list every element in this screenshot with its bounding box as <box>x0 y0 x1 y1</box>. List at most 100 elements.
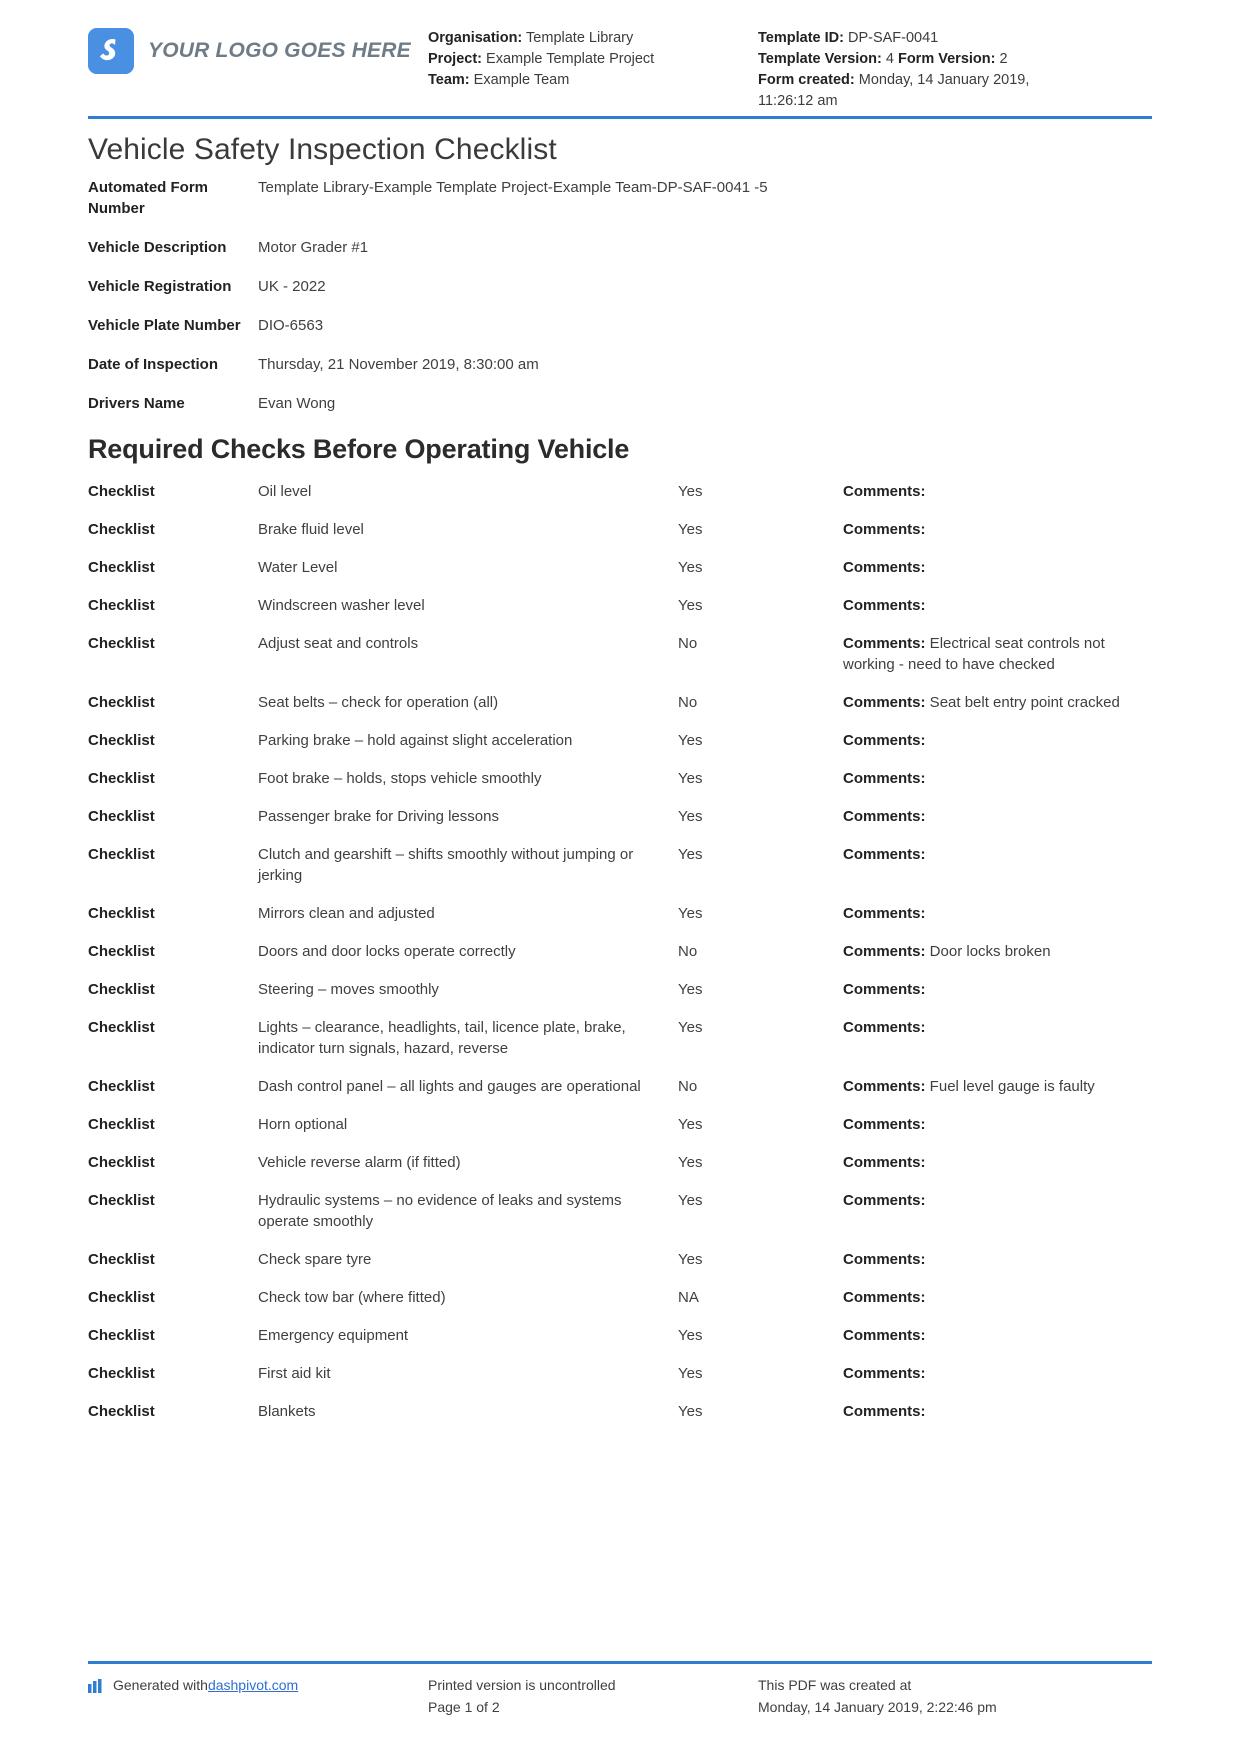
logo-block: YOUR LOGO GOES HERE <box>88 22 428 74</box>
checklist-row-item: Foot brake – holds, stops vehicle smooth… <box>258 770 542 787</box>
meta-template-version-value: 4 <box>885 51 894 67</box>
checklist-row-answer: Yes <box>678 1116 703 1133</box>
checklist-row-answer: No <box>678 635 698 652</box>
checklist-row-answer: Yes <box>678 1192 703 1209</box>
meta-versions: Template Version: 4 Form Version: 2 <box>758 49 1058 70</box>
comments-label: Comments: <box>843 1289 926 1306</box>
checklist-row-comments: Comments: <box>843 1152 1152 1173</box>
comments-label: Comments: <box>843 1327 926 1344</box>
field-vehicle-plate-number: Vehicle Plate Number DIO-6563 <box>88 315 1152 336</box>
checklist-row-comments: Comments: <box>843 844 1152 865</box>
checklist-row-comments: Comments: Seat belt entry point cracked <box>843 692 1152 713</box>
checklist-row-item: Dash control panel – all lights and gaug… <box>258 1078 641 1095</box>
field-vehicle-description: Vehicle Description Motor Grader #1 <box>88 237 1152 258</box>
checklist-row-item: Mirrors clean and adjusted <box>258 905 435 922</box>
header-meta-left: Organisation: Template Library Project: … <box>428 22 758 91</box>
comments-label: Comments: <box>843 694 926 711</box>
comments-value: Door locks broken <box>925 943 1051 960</box>
document-page: YOUR LOGO GOES HERE Organisation: Templa… <box>0 0 1240 1754</box>
field-label: Vehicle Plate Number <box>88 317 241 334</box>
checklist-row-type: Checklist <box>88 597 155 614</box>
checklist-row: Checklist Mirrors clean and adjusted Yes Co… <box>88 903 1152 924</box>
field-value: Motor Grader #1 <box>258 239 369 256</box>
checklist-row-type: Checklist <box>88 1078 155 1095</box>
comments-label: Comments: <box>843 635 926 652</box>
checklist-row-answer: Yes <box>678 1403 703 1420</box>
footer-uncontrolled-text: Printed version is uncontrolled <box>428 1677 616 1693</box>
checklist-row: Checklist Brake fluid level Yes Comments: <box>88 519 1152 540</box>
checklist-row: Checklist Check spare tyre Yes Comments: <box>88 1249 1152 1270</box>
comments-value: Seat belt entry point cracked <box>925 694 1120 711</box>
checklist-row: Checklist Horn optional Yes Comments: <box>88 1114 1152 1135</box>
field-date-of-inspection: Date of Inspection Thursday, 21 November… <box>88 354 1152 375</box>
checklist-row-type: Checklist <box>88 559 155 576</box>
checklist-row: Checklist Oil level Yes Comments: <box>88 481 1152 502</box>
checklist-row-answer: Yes <box>678 1327 703 1344</box>
checklist-row-comments: Comments: Fuel level gauge is faulty <box>843 1076 1152 1097</box>
checklist-row-item: Emergency equipment <box>258 1327 409 1344</box>
checklist-row-type: Checklist <box>88 846 155 863</box>
checklist-row: Checklist Windscreen washer level Yes Comme… <box>88 595 1152 616</box>
checklist-row-item: First aid kit <box>258 1365 331 1382</box>
field-value: Template Library-Example Template Projec… <box>258 179 768 196</box>
checklist-row-item: Clutch and gearshift – shifts smoothly w… <box>258 846 634 884</box>
checklist-row: Checklist Parking brake – hold against sl… <box>88 730 1152 751</box>
checklist-row-comments: Comments: <box>843 979 1152 1000</box>
checklist-row-comments: Comments: <box>843 806 1152 827</box>
checklist-row-answer: Yes <box>678 521 703 538</box>
checklist-row-answer: NA <box>678 1289 699 1306</box>
checklist-row-answer: Yes <box>678 559 703 576</box>
logo-text: YOUR LOGO GOES HERE <box>148 39 411 62</box>
checklist-row-item: Hydraulic systems – no evidence of leaks… <box>258 1192 622 1230</box>
comments-label: Comments: <box>843 1365 926 1382</box>
meta-template-id: Template ID: DP-SAF-0041 <box>758 28 1058 49</box>
comments-label: Comments: <box>843 770 926 787</box>
checklist-row-type: Checklist <box>88 694 155 711</box>
field-automated-form-number: Automated Form Number Template Library-E… <box>88 177 1152 219</box>
checklist-row-type: Checklist <box>88 808 155 825</box>
footer-generated-with: Generated with dashpivot.com <box>88 1674 428 1718</box>
checklist-row-answer: Yes <box>678 597 703 614</box>
checklist-row-comments: Comments: <box>843 519 1152 540</box>
checklist-row-type: Checklist <box>88 1289 155 1306</box>
checklist-row-answer: Yes <box>678 1251 703 1268</box>
meta-template-id-value: DP-SAF-0041 <box>847 30 939 46</box>
dashpivot-link[interactable]: dashpivot.com <box>208 1674 298 1696</box>
comments-label: Comments: <box>843 1251 926 1268</box>
checklist-row-item: Windscreen washer level <box>258 597 425 614</box>
footer-print-info: Printed version is uncontrolled Page 1 o… <box>428 1674 758 1718</box>
checklist-row-comments: Comments: <box>843 768 1152 789</box>
checklist-row-answer: Yes <box>678 1019 703 1036</box>
document-footer: Generated with dashpivot.com Printed ver… <box>88 1661 1152 1718</box>
footer-created-value: Monday, 14 January 2019, 2:22:46 pm <box>758 1699 997 1715</box>
checklist-row-comments: Comments: <box>843 730 1152 751</box>
comments-label: Comments: <box>843 1192 926 1209</box>
meta-form-version-value: 2 <box>999 51 1008 67</box>
comments-label: Comments: <box>843 559 926 576</box>
checklist-row-answer: Yes <box>678 846 703 863</box>
meta-project-value: Example Template Project <box>486 51 655 67</box>
checklist-row-answer: Yes <box>678 981 703 998</box>
meta-team-value: Example Team <box>473 72 570 88</box>
checklist-row-type: Checklist <box>88 1192 155 1209</box>
meta-project-label: Project: <box>428 51 482 67</box>
field-value: UK - 2022 <box>258 278 326 295</box>
checklist-row-item: Check spare tyre <box>258 1251 372 1268</box>
checklist-row-item: Passenger brake for Driving lessons <box>258 808 499 825</box>
checklist-row-type: Checklist <box>88 905 155 922</box>
checklist-row-answer: Yes <box>678 1365 703 1382</box>
field-label: Date of Inspection <box>88 356 219 373</box>
checklist-row-type: Checklist <box>88 1365 155 1382</box>
comments-label: Comments: <box>843 597 926 614</box>
comments-label: Comments: <box>843 981 926 998</box>
checklist-row: Checklist Adjust seat and controls No Comme… <box>88 633 1152 675</box>
checklist-row-comments: Comments: <box>843 1401 1152 1422</box>
checklist-row-answer: Yes <box>678 732 703 749</box>
checklist-row-type: Checklist <box>88 1154 155 1171</box>
meta-form-created-label: Form created: <box>758 72 855 88</box>
checklist-row: Checklist Vehicle reverse alarm (if fitte… <box>88 1152 1152 1173</box>
field-label: Vehicle Description <box>88 239 227 256</box>
checklist-row-comments: Comments: <box>843 1325 1152 1346</box>
checklist-row-item: Lights – clearance, headlights, tail, li… <box>258 1019 626 1057</box>
checklist-row-item: Steering – moves smoothly <box>258 981 439 998</box>
